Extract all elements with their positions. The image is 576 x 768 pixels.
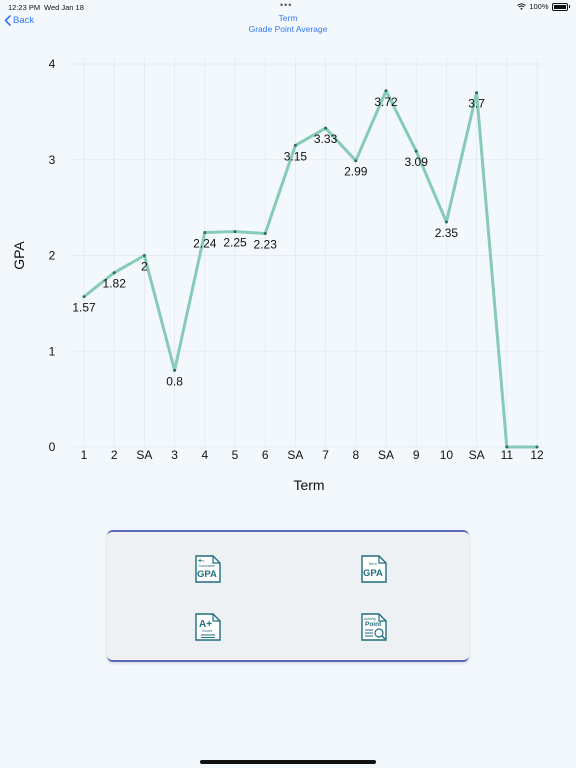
multitasking-dots-icon[interactable]: ••• [280, 0, 292, 10]
x-tick-label: SA [287, 448, 303, 462]
data-label: 3.33 [314, 132, 338, 146]
x-tick-label: SA [378, 448, 394, 462]
data-point [263, 231, 267, 235]
svg-text:GPA: GPA [363, 568, 383, 579]
svg-text:Score: Score [202, 628, 213, 633]
term-gpa-icon: Term GPA [361, 555, 387, 583]
home-indicator[interactable] [200, 760, 376, 764]
x-tick-label: SA [136, 448, 152, 462]
svg-text:GPA: GPA [197, 569, 217, 580]
x-axis-label: Term [293, 477, 324, 493]
data-label: 3.15 [284, 149, 308, 163]
score-button[interactable]: A+ Score [193, 612, 225, 644]
data-label: 2.25 [223, 236, 247, 250]
x-tick-label: 7 [322, 448, 329, 462]
x-tick-label: 5 [232, 448, 239, 462]
term-gpa-button[interactable]: Term GPA [359, 554, 391, 586]
status-time: 12:23 PM [8, 3, 41, 12]
data-point [203, 231, 207, 235]
y-tick-label: 1 [49, 344, 56, 358]
score-icon: A+ Score [195, 613, 221, 641]
battery-percentage: 100% [529, 2, 549, 11]
data-label: 1.57 [72, 301, 96, 315]
nav-title: Term Grade Point Average [0, 13, 576, 35]
data-point [233, 230, 237, 234]
x-tick-label: 2 [111, 448, 118, 462]
svg-text:Point: Point [365, 621, 382, 628]
battery-icon [551, 2, 568, 11]
page-subtitle: Grade Point Average [248, 24, 328, 34]
x-tick-label: 6 [262, 448, 269, 462]
data-point [414, 149, 418, 153]
cumulative-gpa-icon: +- Cumulative GPA [195, 555, 221, 583]
data-point [384, 89, 388, 93]
y-tick-label: 3 [49, 153, 56, 167]
data-point [475, 91, 479, 95]
data-point [142, 254, 146, 257]
y-axis-label: GPA [11, 241, 27, 270]
x-tick-label: SA [469, 448, 485, 462]
data-point [505, 445, 509, 449]
data-label: 2.23 [254, 237, 278, 251]
data-label: 2.24 [193, 237, 217, 251]
x-tick-label: 12 [530, 448, 544, 462]
data-label: 1.82 [103, 277, 127, 291]
status-date: Wed Jan 18 [44, 3, 84, 12]
page-title: Term [278, 13, 298, 23]
activity-point-icon: Activity Point [361, 613, 387, 641]
x-tick-label: 9 [413, 448, 420, 462]
menu-panel: +- Cumulative GPA Term GPA A+ Score Acti… [107, 530, 469, 662]
data-point [535, 445, 539, 449]
data-label: 3.72 [374, 95, 398, 109]
y-tick-label: 4 [49, 57, 56, 71]
data-point [324, 126, 328, 130]
gpa-series-line [83, 89, 537, 449]
data-point [82, 295, 86, 299]
data-label: 0.8 [166, 374, 183, 388]
data-point [354, 159, 358, 163]
data-label: 2.35 [435, 226, 459, 240]
data-point [444, 220, 448, 224]
data-label: 2.99 [344, 165, 368, 179]
x-tick-label: 10 [440, 448, 454, 462]
x-tick-label: 4 [201, 448, 208, 462]
x-tick-label: 3 [171, 448, 178, 462]
status-indicators: 100% [517, 2, 570, 11]
activity-point-button[interactable]: Activity Point [359, 612, 391, 644]
data-label: 3.7 [468, 97, 485, 111]
x-tick-label: 11 [501, 448, 514, 462]
svg-text:Cumulative: Cumulative [198, 564, 215, 568]
data-point [112, 271, 116, 275]
gpa-line-chart: 012341 2 SA 3 4 5 6 SA 7 8 SA 9 10 SA 11 12TermGPA1.571… [11, 57, 544, 493]
cumulative-gpa-button[interactable]: +- Cumulative GPA [193, 554, 225, 586]
data-point [173, 368, 177, 372]
wifi-icon [517, 3, 527, 10]
status-bar: 12:23 PM Wed Jan 18 ••• 100% [0, 0, 576, 14]
svg-text:Term: Term [368, 561, 378, 566]
data-point [293, 143, 297, 147]
y-tick-label: 0 [49, 440, 56, 454]
y-tick-label: 2 [49, 249, 56, 263]
data-label: 3.09 [405, 155, 429, 169]
x-tick-label: 8 [352, 448, 359, 462]
x-tick-label: 1 [81, 448, 88, 462]
data-label: 2 [141, 260, 148, 274]
